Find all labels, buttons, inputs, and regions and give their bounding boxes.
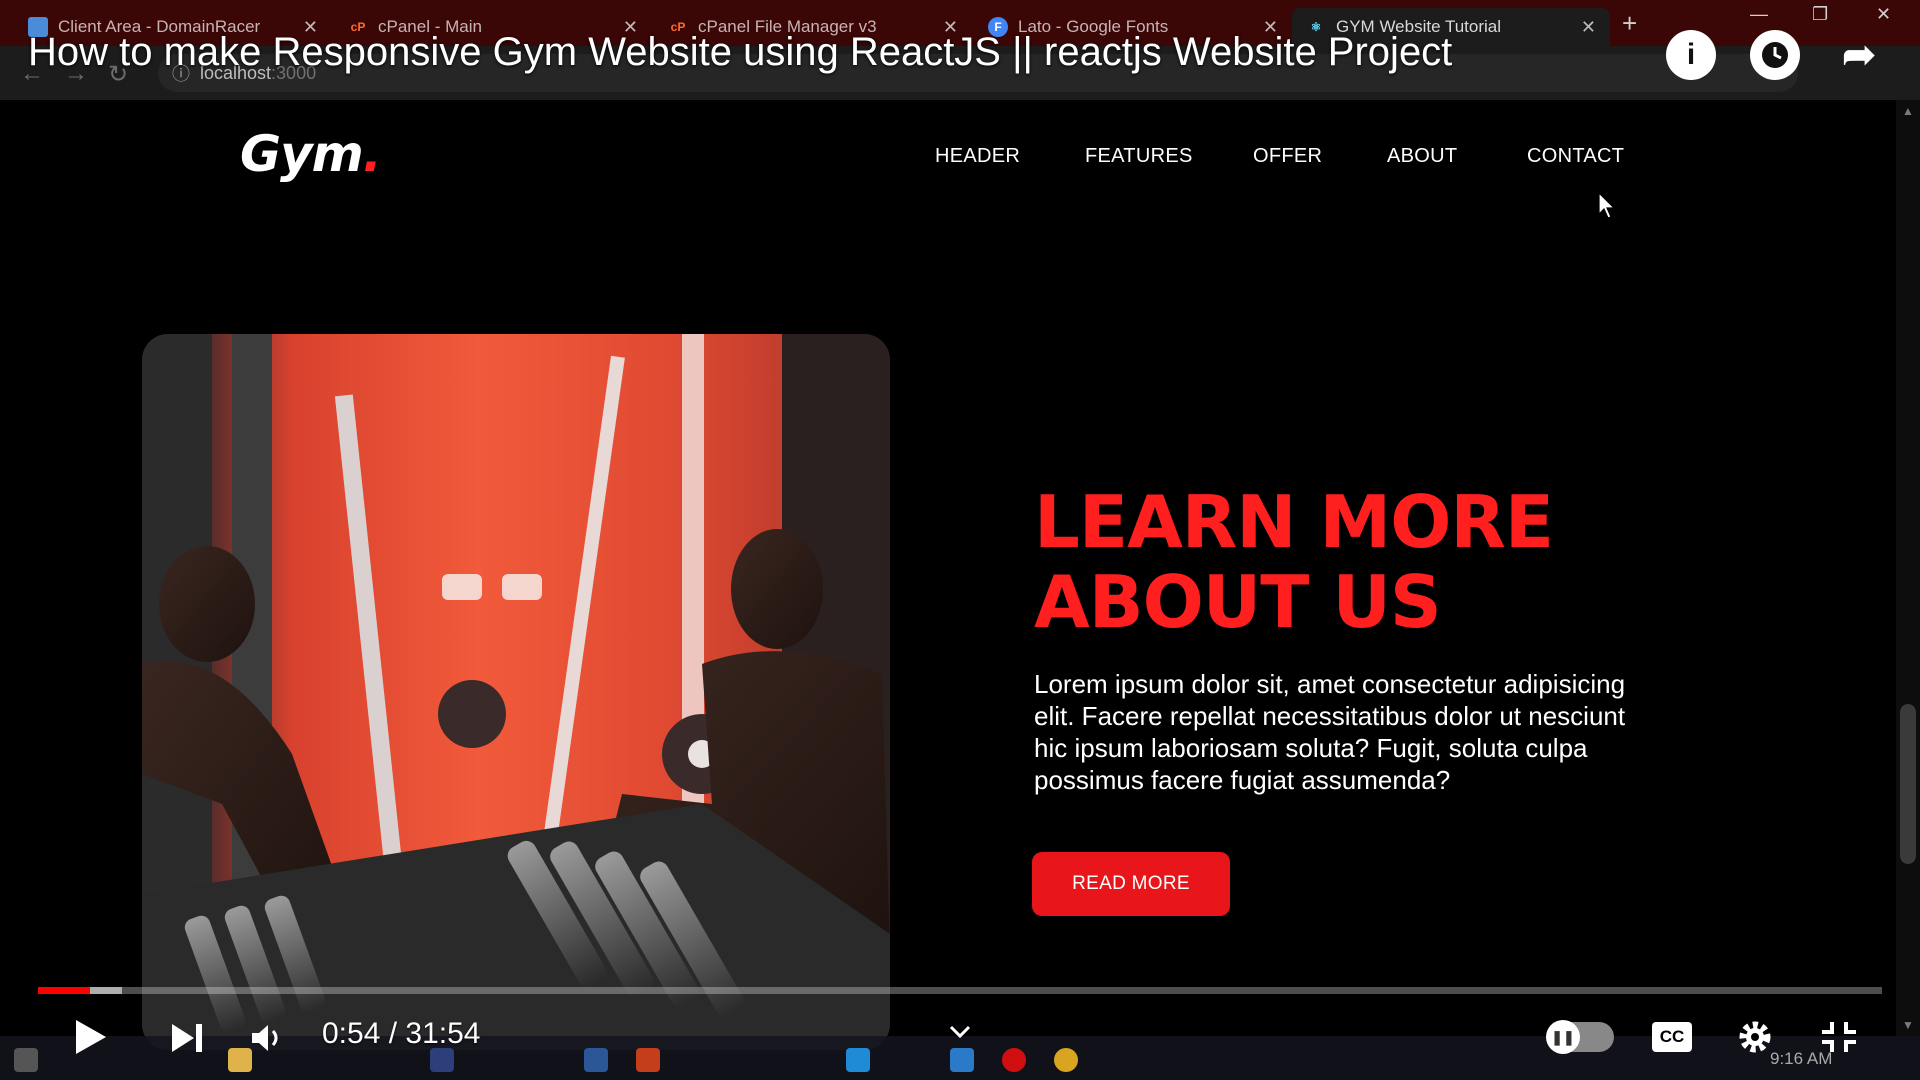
read-more-button[interactable]: READ MORE	[1032, 852, 1230, 916]
close-icon[interactable]: ✕	[1581, 17, 1596, 38]
nav-contact[interactable]: CONTACT	[1527, 145, 1624, 168]
nav-about[interactable]: ABOUT	[1387, 145, 1457, 168]
gym-photo-illustration	[142, 334, 890, 1050]
time-separator: /	[380, 1017, 406, 1050]
gym-photo	[142, 334, 890, 1050]
video-title[interactable]: How to make Responsive Gym Website using…	[28, 30, 1452, 75]
pause-icon: ❚❚	[1546, 1020, 1580, 1054]
current-time: 0:54	[322, 1017, 381, 1050]
next-video-icon[interactable]	[170, 1022, 204, 1054]
edge-icon[interactable]	[846, 1048, 870, 1072]
windows-start-icon[interactable]	[14, 1048, 38, 1072]
duration: 31:54	[405, 1017, 481, 1050]
site-logo[interactable]: Gym.	[240, 125, 382, 183]
scroll-down-icon[interactable]: ▼	[1902, 1018, 1914, 1032]
vscode-icon[interactable]	[950, 1048, 974, 1072]
window-close-icon[interactable]: ✕	[1876, 4, 1891, 25]
scroll-up-icon[interactable]: ▲	[1902, 104, 1914, 118]
captions-icon[interactable]: CC	[1652, 1022, 1692, 1052]
minimize-icon[interactable]: —	[1750, 4, 1768, 25]
page-scrollbar[interactable]	[1896, 100, 1920, 1036]
nav-offer[interactable]: OFFER	[1253, 145, 1322, 168]
logo-text: Gym	[240, 125, 364, 183]
play-icon[interactable]	[74, 1018, 108, 1056]
chrome-icon[interactable]	[1054, 1048, 1078, 1072]
info-icon[interactable]: i	[1666, 30, 1716, 80]
new-tab-button[interactable]: +	[1622, 8, 1637, 39]
restore-icon[interactable]: ❐	[1812, 4, 1828, 25]
nav-features[interactable]: FEATURES	[1085, 145, 1193, 168]
watch-later-icon[interactable]	[1750, 30, 1800, 80]
about-paragraph: Lorem ipsum dolor sit, amet consectetur …	[1034, 669, 1626, 795]
chevron-down-icon[interactable]	[948, 1024, 972, 1040]
powerpoint-icon[interactable]	[636, 1048, 660, 1072]
file-explorer-icon[interactable]	[228, 1048, 252, 1072]
about-heading: LEARN MORE ABOUT US	[1034, 480, 1554, 644]
mouse-cursor-icon	[1598, 192, 1616, 219]
video-progress-bar[interactable]	[38, 987, 1882, 994]
nav-header[interactable]: HEADER	[935, 145, 1020, 168]
exit-fullscreen-icon[interactable]	[1820, 1020, 1858, 1054]
word-icon[interactable]	[584, 1048, 608, 1072]
scrollbar-thumb[interactable]	[1900, 704, 1916, 864]
video-time: 0:54 / 31:54	[322, 1017, 480, 1051]
volume-icon[interactable]	[250, 1022, 286, 1054]
logo-dot: .	[362, 125, 382, 183]
photoshop-icon[interactable]	[430, 1048, 454, 1072]
settings-gear-icon[interactable]	[1736, 1018, 1774, 1056]
opera-icon[interactable]	[1002, 1048, 1026, 1072]
share-icon[interactable]: ➦	[1834, 30, 1884, 80]
video-played-bar	[38, 987, 90, 994]
